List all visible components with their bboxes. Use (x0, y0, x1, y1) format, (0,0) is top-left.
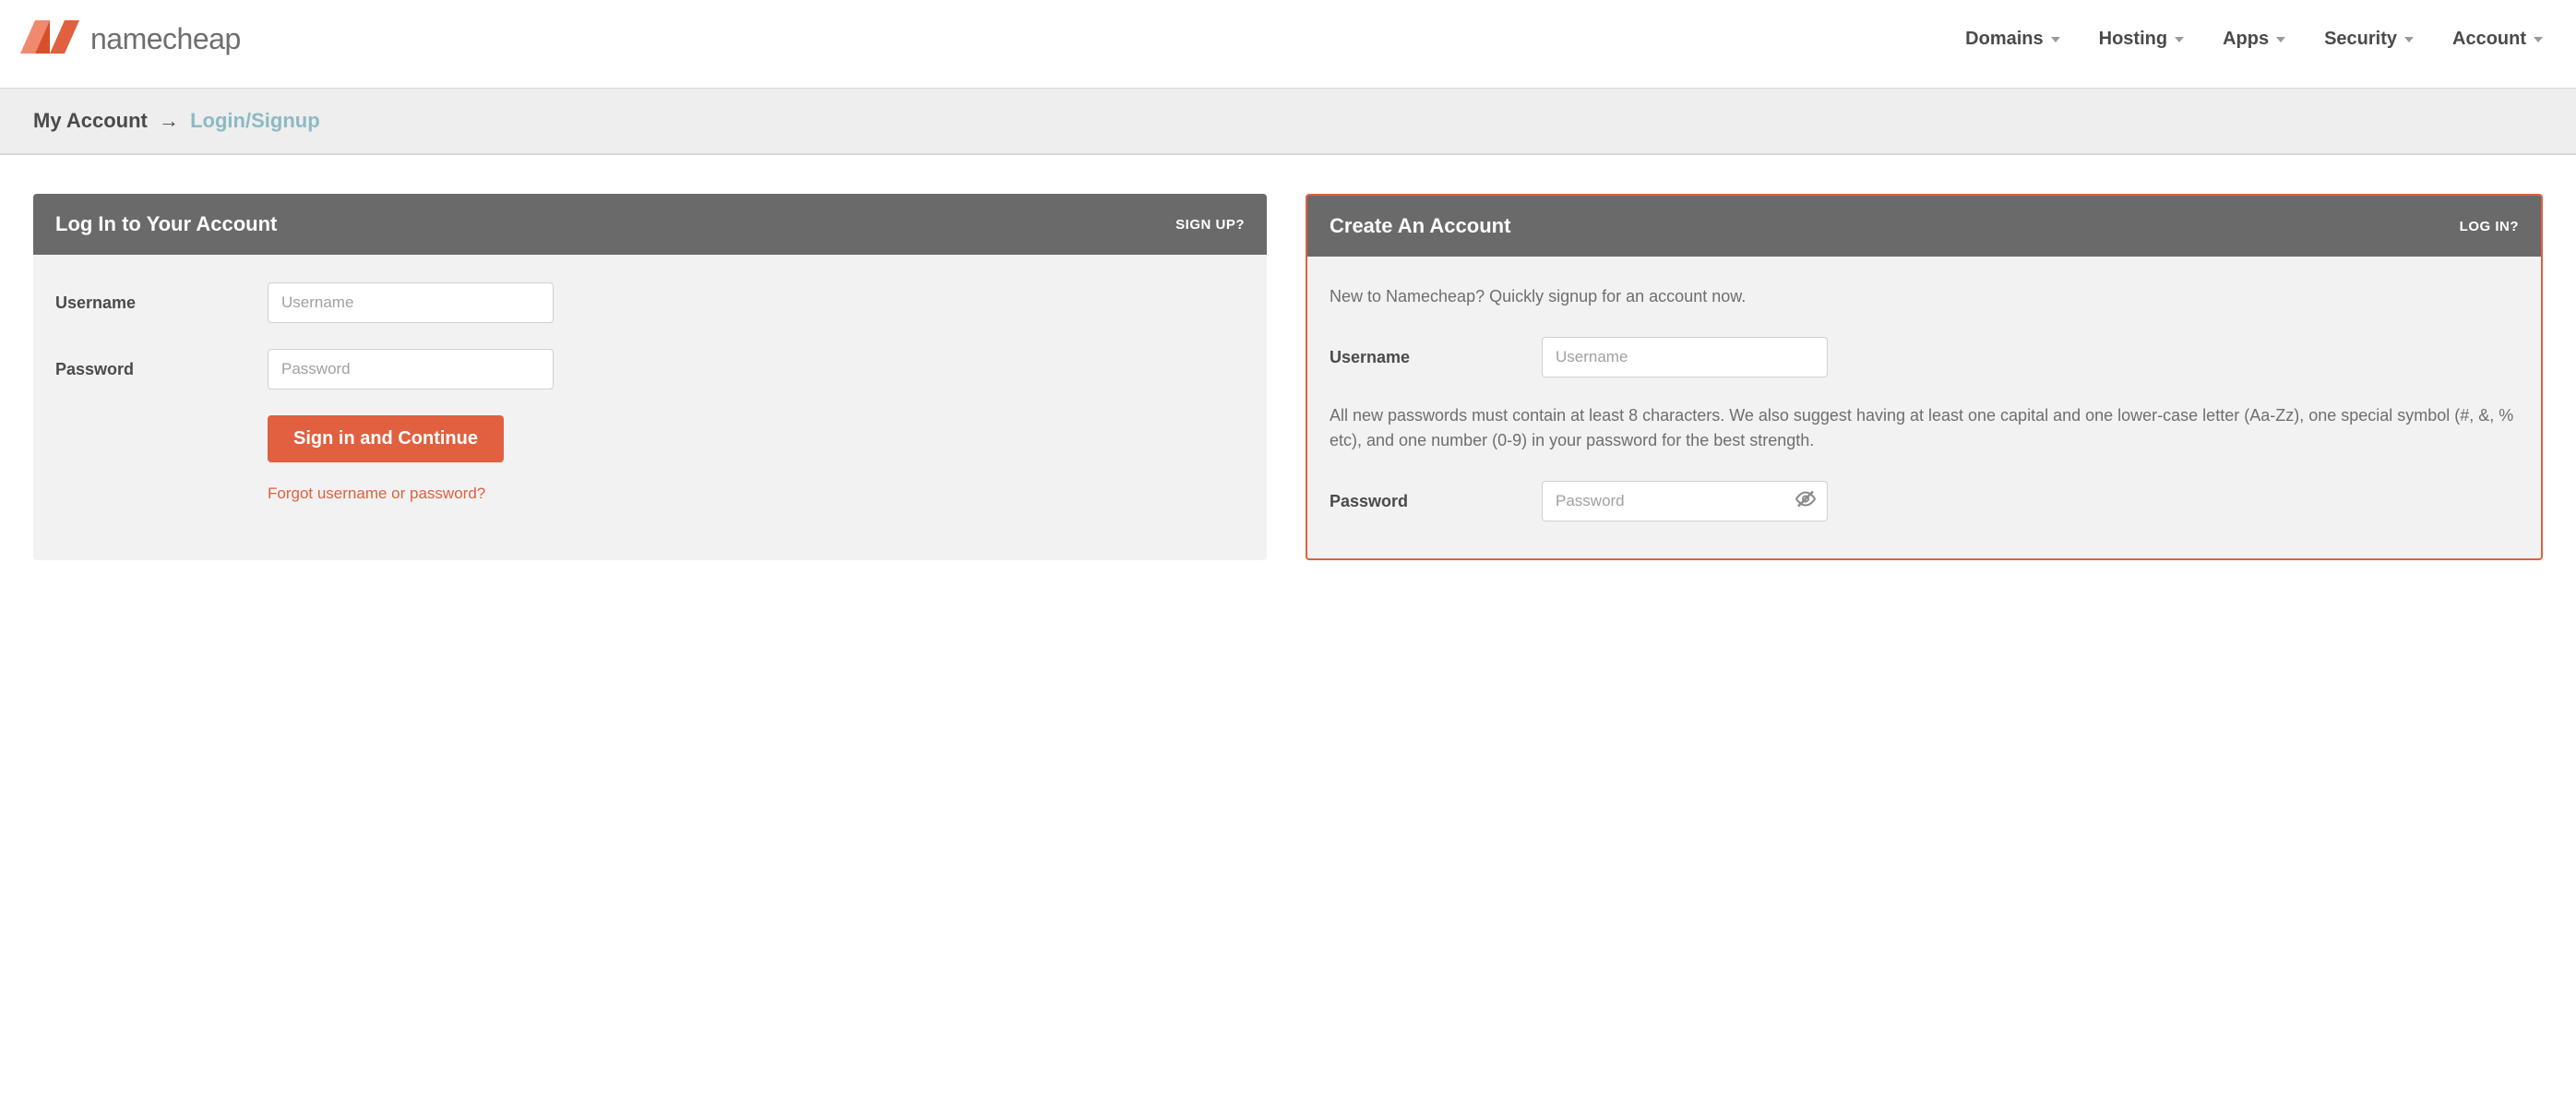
logo[interactable]: namecheap (17, 17, 241, 62)
nav-label: Account (2452, 29, 2526, 50)
signin-button[interactable]: Sign in and Continue (268, 415, 504, 462)
caret-down-icon (2534, 37, 2543, 42)
signup-username-input[interactable] (1542, 337, 1828, 377)
login-panel: Log In to Your Account SIGN UP? Username… (33, 194, 1267, 560)
signup-intro-text: New to Namecheap? Quickly signup for an … (1330, 284, 2519, 309)
signup-password-label: Password (1330, 492, 1542, 511)
login-submit-row: Sign in and Continue (55, 415, 1245, 462)
forgot-row: Forgot username or password? (55, 485, 1245, 503)
nav-label: Domains (1965, 29, 2043, 50)
breadcrumb-root[interactable]: My Account (33, 109, 148, 132)
signup-panel: Create An Account LOG IN? New to Nameche… (1306, 194, 2543, 560)
signup-username-row: Username (1330, 337, 2519, 377)
login-password-label: Password (55, 360, 268, 379)
login-password-row: Password (55, 349, 1245, 389)
main-nav: Domains Hosting Apps Security Account (1965, 29, 2543, 50)
logo-icon (17, 17, 83, 62)
caret-down-icon (2404, 37, 2414, 42)
login-username-row: Username (55, 282, 1245, 323)
nav-account[interactable]: Account (2452, 29, 2543, 50)
signup-switch-link[interactable]: SIGN UP? (1175, 217, 1245, 233)
nav-apps[interactable]: Apps (2223, 29, 2285, 50)
breadcrumb-bar: My Account → Login/Signup (0, 88, 2576, 155)
nav-label: Security (2324, 29, 2397, 50)
breadcrumb-arrow-icon: → (159, 109, 179, 132)
forgot-password-link[interactable]: Forgot username or password? (268, 485, 485, 502)
login-password-input[interactable] (268, 349, 554, 389)
nav-hosting[interactable]: Hosting (2099, 29, 2184, 50)
content-area: Log In to Your Account SIGN UP? Username… (0, 155, 2576, 599)
breadcrumb: My Account → Login/Signup (33, 109, 2543, 133)
toggle-password-visibility-icon[interactable] (1795, 490, 1817, 513)
login-panel-header: Log In to Your Account SIGN UP? (33, 194, 1267, 255)
signup-username-label: Username (1330, 348, 1542, 367)
signup-panel-body: New to Namecheap? Quickly signup for an … (1307, 257, 2541, 558)
login-switch-link[interactable]: LOG IN? (2460, 219, 2519, 234)
nav-domains[interactable]: Domains (1965, 29, 2059, 50)
logo-text: namecheap (90, 22, 241, 56)
site-header: namecheap Domains Hosting Apps Security … (0, 0, 2576, 88)
breadcrumb-current: Login/Signup (190, 109, 320, 132)
password-hint-text: All new passwords must contain at least … (1330, 403, 2519, 453)
caret-down-icon (2051, 37, 2060, 42)
caret-down-icon (2276, 37, 2285, 42)
login-panel-title: Log In to Your Account (55, 212, 277, 236)
signup-password-wrap (1542, 481, 1828, 521)
signup-password-row: Password (1330, 481, 2519, 521)
login-panel-body: Username Password Sign in and Continue F… (33, 255, 1267, 540)
signup-panel-header: Create An Account LOG IN? (1307, 196, 2541, 257)
signup-panel-title: Create An Account (1330, 214, 1510, 238)
signup-password-input[interactable] (1542, 481, 1828, 521)
caret-down-icon (2175, 37, 2184, 42)
login-username-input[interactable] (268, 282, 554, 323)
nav-label: Apps (2223, 29, 2269, 50)
nav-label: Hosting (2099, 29, 2167, 50)
nav-security[interactable]: Security (2324, 29, 2414, 50)
login-username-label: Username (55, 293, 268, 313)
